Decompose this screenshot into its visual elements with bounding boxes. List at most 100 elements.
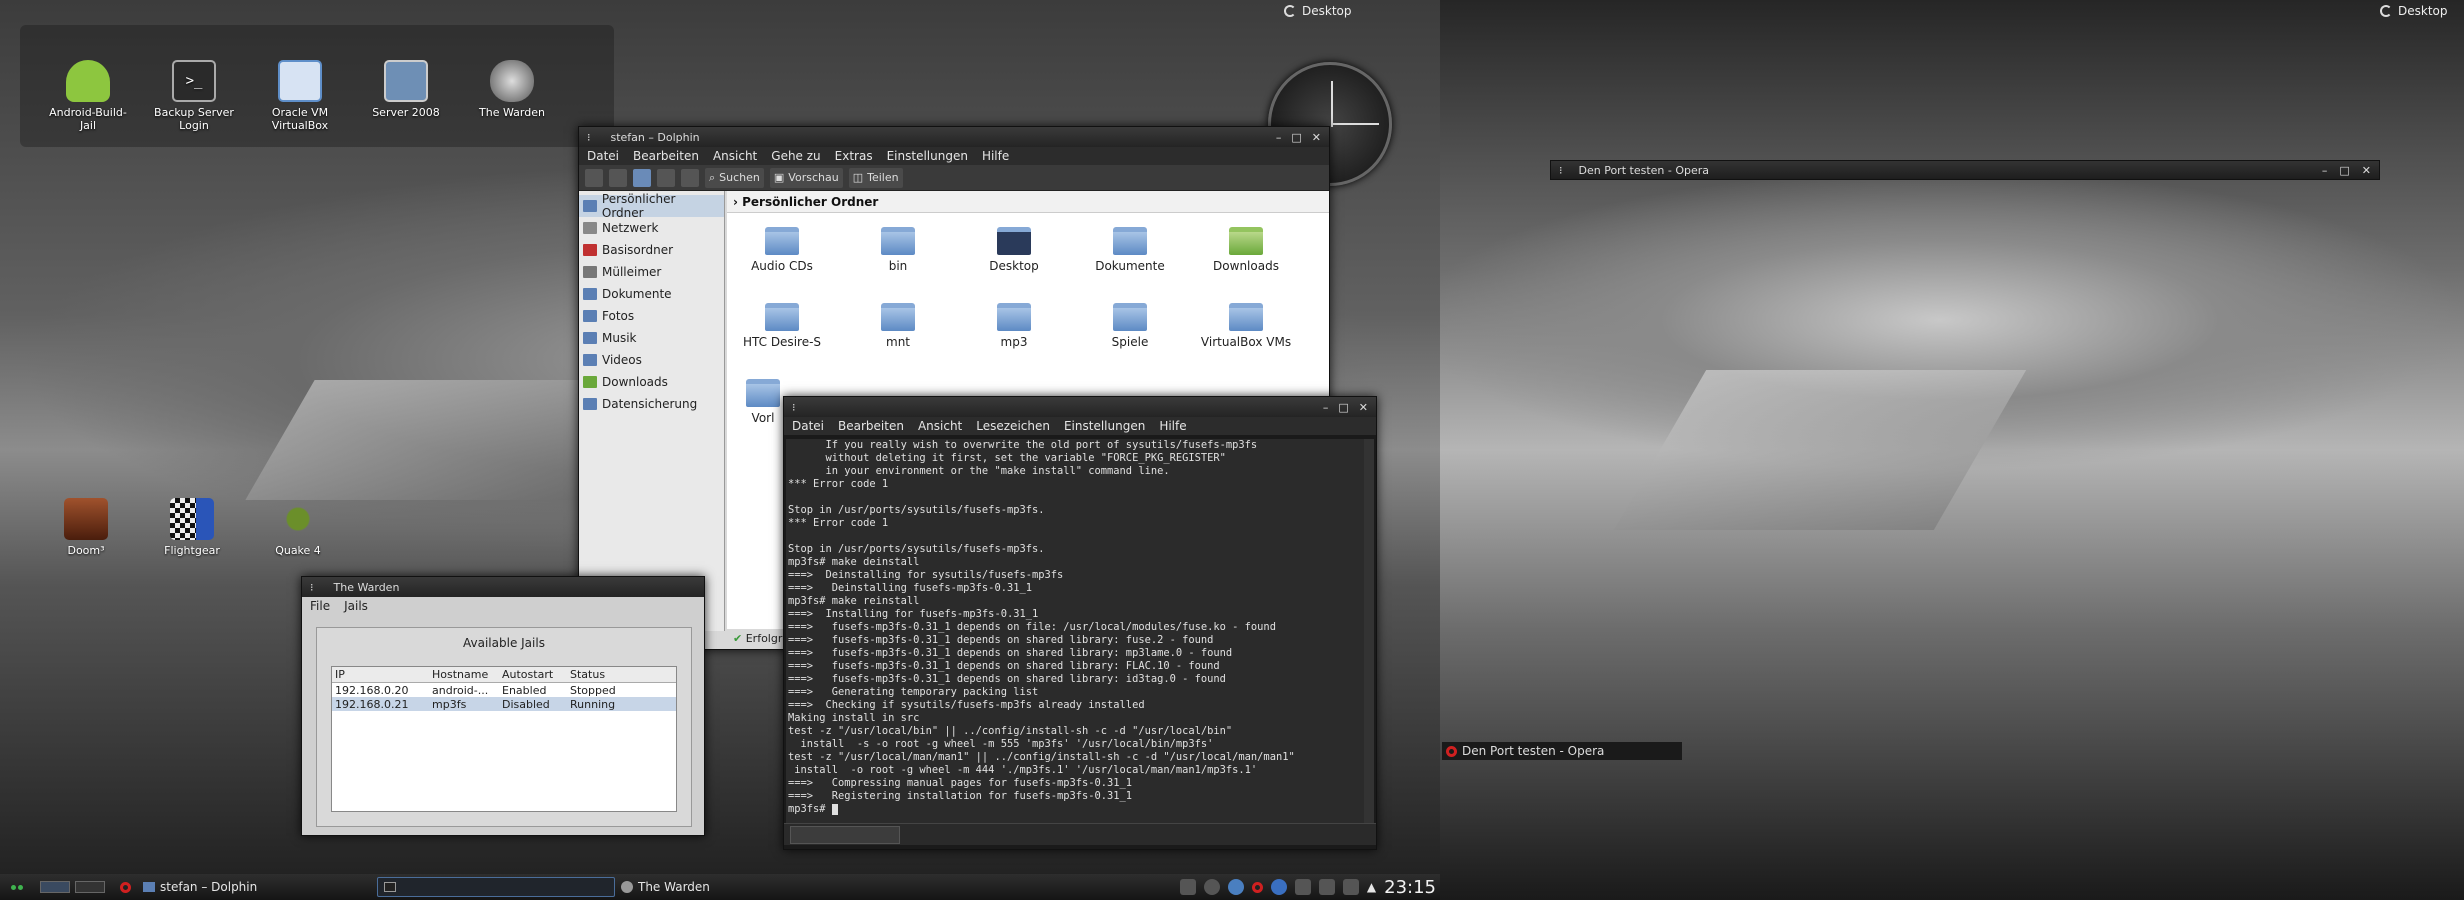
file-item[interactable]: mp3 (959, 303, 1069, 349)
application-launcher[interactable] (0, 877, 34, 897)
terminal-titlebar[interactable]: ⁝ – □ ✕ (784, 397, 1376, 417)
desktop-icon-doom3[interactable]: Doom³ (40, 498, 132, 557)
minimize-icon[interactable]: – (1276, 131, 1282, 144)
menu-extras[interactable]: Extras (835, 149, 873, 163)
minimize-icon[interactable]: – (2322, 164, 2328, 177)
window-menu-icon[interactable]: ⁝ (310, 581, 314, 594)
tools-icon[interactable] (1318, 879, 1335, 895)
pager[interactable] (34, 877, 114, 897)
split-button[interactable]: ◫ Teilen (848, 167, 903, 188)
back-arrow-icon[interactable] (585, 168, 603, 187)
file-item[interactable]: mnt (843, 303, 953, 349)
maximize-icon[interactable]: □ (1338, 401, 1348, 414)
icons-view-icon[interactable] (633, 168, 651, 187)
maximize-icon[interactable]: □ (2339, 164, 2349, 177)
file-item[interactable]: bin (843, 227, 953, 273)
terminal-tab[interactable] (790, 825, 900, 844)
menu-gehe-zu[interactable]: Gehe zu (771, 149, 820, 163)
window-menu-icon[interactable]: ⁝ (587, 131, 591, 144)
close-icon[interactable]: ✕ (2362, 164, 2371, 177)
menu-hilfe[interactable]: Hilfe (1159, 419, 1186, 433)
place-network[interactable]: Netzwerk (579, 217, 724, 239)
network-icon[interactable] (1179, 879, 1196, 895)
table-row[interactable]: 192.168.0.21 mp3fs Disabled Running (332, 697, 676, 711)
desktop-icon-server-2008[interactable]: Server 2008 (360, 60, 452, 119)
desktop-label-right[interactable]: Desktop (2380, 4, 2448, 18)
opera-tray-icon[interactable] (1251, 881, 1263, 893)
place-personal-folder[interactable]: Persönlicher Ordner (579, 192, 724, 220)
tray-expand-icon[interactable]: ▲ (1367, 880, 1376, 894)
breadcrumb[interactable]: › Persönlicher Ordner (727, 191, 1329, 213)
file-item[interactable]: HTC Desire-S (727, 303, 837, 349)
task-terminal[interactable] (377, 877, 615, 897)
close-icon[interactable]: ✕ (1312, 131, 1321, 144)
preview-button[interactable]: ▣ Vorschau (769, 167, 843, 188)
desktop-icon-virtualbox[interactable]: Oracle VM VirtualBox (254, 60, 346, 132)
place-music[interactable]: Musik (579, 327, 724, 349)
search-button[interactable]: ⌕ Suchen (705, 167, 764, 188)
binoculars-icon: ⌕ (709, 170, 716, 184)
pager-desktop-1[interactable] (40, 881, 70, 893)
column-status[interactable]: Status (570, 668, 676, 681)
terminal-scrollbar[interactable] (1364, 439, 1374, 823)
place-root[interactable]: Basisordner (579, 239, 724, 261)
file-item[interactable]: Desktop (959, 227, 1069, 273)
window-menu-icon[interactable]: ⁝ (792, 401, 796, 414)
window-menu-icon[interactable]: ⁝ (1559, 164, 1563, 177)
place-documents[interactable]: Dokumente (579, 283, 724, 305)
details-view-icon[interactable] (657, 168, 675, 187)
forward-arrow-icon[interactable] (609, 168, 627, 187)
terminal-output[interactable]: If you really wish to overwrite the old … (786, 439, 1372, 823)
opera-taskbar-entry[interactable]: Den Port testen - Opera (1442, 742, 1682, 760)
opera-icon[interactable] (120, 881, 131, 893)
file-item[interactable]: VirtualBox VMs (1191, 303, 1301, 349)
table-row[interactable]: 192.168.0.20 android-... Enabled Stopped (332, 683, 676, 697)
place-videos[interactable]: Videos (579, 349, 724, 371)
menu-datei[interactable]: Datei (792, 419, 824, 433)
menu-bearbeiten[interactable]: Bearbeiten (633, 149, 699, 163)
column-autostart[interactable]: Autostart (502, 668, 570, 681)
warden-titlebar[interactable]: ⁝ The Warden (302, 577, 704, 597)
columns-view-icon[interactable] (681, 168, 699, 187)
volume-icon[interactable] (1342, 879, 1359, 895)
close-icon[interactable]: ✕ (1359, 401, 1368, 414)
task-warden[interactable]: The Warden (615, 877, 855, 897)
desktop-icon-quake4[interactable]: Quake 4 (252, 498, 344, 557)
desktop-icon-backup-server-login[interactable]: >_ Backup Server Login (148, 60, 240, 132)
file-item[interactable]: Audio CDs (727, 227, 837, 273)
menu-einstellungen[interactable]: Einstellungen (887, 149, 968, 163)
menu-ansicht[interactable]: Ansicht (918, 419, 962, 433)
dolphin-titlebar[interactable]: ⁝ stefan – Dolphin – □ ✕ (579, 127, 1329, 147)
desktop-icon-flightgear[interactable]: Flightgear (146, 498, 238, 557)
menu-einstellungen[interactable]: Einstellungen (1064, 419, 1145, 433)
desktop-icon-android-build-jail[interactable]: Android-Build-Jail (42, 60, 134, 132)
place-backup[interactable]: Datensicherung (579, 393, 724, 415)
file-item[interactable]: Dokumente (1075, 227, 1185, 273)
hp-icon[interactable] (1270, 879, 1287, 895)
column-ip[interactable]: IP (332, 668, 432, 681)
clipboard-icon[interactable] (1294, 879, 1311, 895)
place-downloads[interactable]: Downloads (579, 371, 724, 393)
maximize-icon[interactable]: □ (1291, 131, 1301, 144)
menu-jails[interactable]: Jails (344, 599, 368, 613)
place-trash[interactable]: Mülleimer (579, 261, 724, 283)
menu-datei[interactable]: Datei (587, 149, 619, 163)
info-icon[interactable] (1203, 879, 1220, 895)
update-icon[interactable] (1227, 879, 1244, 895)
pager-desktop-2[interactable] (75, 881, 105, 893)
menu-bearbeiten[interactable]: Bearbeiten (838, 419, 904, 433)
menu-hilfe[interactable]: Hilfe (982, 149, 1009, 163)
file-item[interactable]: Spiele (1075, 303, 1185, 349)
desktop-icon-the-warden[interactable]: The Warden (466, 60, 558, 119)
place-photos[interactable]: Fotos (579, 305, 724, 327)
minimize-icon[interactable]: – (1323, 401, 1329, 414)
task-dolphin[interactable]: stefan – Dolphin (137, 877, 377, 897)
menu-file[interactable]: File (310, 599, 330, 613)
menu-lesezeichen[interactable]: Lesezeichen (976, 419, 1050, 433)
taskbar-clock[interactable]: 23:15 (1384, 877, 1436, 898)
desktop-label-left[interactable]: Desktop (1284, 4, 1352, 18)
opera-titlebar[interactable]: ⁝ Den Port testen - Opera – □ ✕ (1550, 160, 2380, 180)
file-item[interactable]: Downloads (1191, 227, 1301, 273)
column-hostname[interactable]: Hostname (432, 668, 502, 681)
menu-ansicht[interactable]: Ansicht (713, 149, 757, 163)
